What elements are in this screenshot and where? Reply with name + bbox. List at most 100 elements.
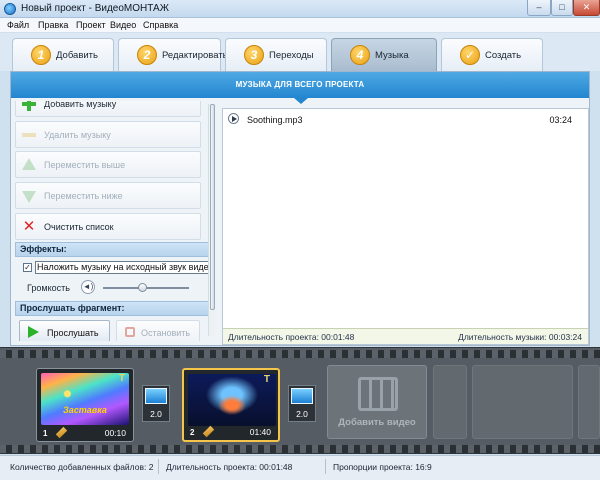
- transition-1[interactable]: 2.0: [142, 385, 170, 422]
- step-1-badge: 1: [31, 45, 51, 65]
- preview-header: Прослушать фрагмент:: [15, 301, 211, 316]
- music-list: Soothing.mp3 03:24 Длительность проекта:…: [222, 108, 589, 345]
- move-down-label: Переместить ниже: [44, 191, 123, 201]
- text-overlay-icon: T: [263, 374, 270, 385]
- intro-slide-image: [41, 373, 129, 425]
- menu-help[interactable]: Справка: [143, 20, 178, 30]
- clip-2-time: 01:40: [249, 427, 271, 437]
- clip-2-number: 2: [190, 428, 195, 437]
- tab-create[interactable]: ✓ Создать: [441, 38, 543, 71]
- menu-edit[interactable]: Правка: [38, 20, 68, 30]
- move-up-label: Переместить выше: [44, 160, 126, 170]
- status-file-count: Количество добавленных файлов: 2: [10, 462, 154, 472]
- music-actions: Добавить музыку Удалить музыку Перемести…: [15, 101, 215, 341]
- film-icon: [358, 377, 398, 411]
- status-separator: [325, 459, 326, 474]
- step-4-badge: 4: [350, 45, 370, 65]
- project-duration: Длительность проекта: 00:01:48: [228, 332, 355, 342]
- timeline-filmstrip: Заставка T 1 00:10 2.0 T 2 01:40 2.0 Доб…: [0, 347, 600, 454]
- track-name: Soothing.mp3: [247, 115, 303, 125]
- tab-add[interactable]: 1 Добавить: [12, 38, 114, 71]
- timeline-clip-2[interactable]: T 2 01:40: [182, 368, 280, 442]
- add-video-button[interactable]: Добавить видео: [327, 365, 427, 439]
- concert-stage-image: [188, 374, 276, 426]
- speaker-icon[interactable]: ◄): [81, 280, 95, 294]
- maximize-button[interactable]: □: [551, 0, 573, 16]
- window-title: Новый проект - ВидеоМОНТАЖ: [21, 3, 169, 14]
- tab-music-label: Музыка: [375, 50, 409, 61]
- tab-create-label: Создать: [485, 50, 522, 61]
- move-up-button[interactable]: Переместить выше: [15, 151, 201, 178]
- menu-file[interactable]: Файл: [7, 20, 29, 30]
- add-music-label: Добавить музыку: [44, 101, 117, 109]
- add-video-label: Добавить видео: [338, 417, 416, 428]
- header-pointer: [294, 98, 308, 104]
- transition-2[interactable]: 2.0: [288, 385, 316, 422]
- move-down-button[interactable]: Переместить ниже: [15, 182, 201, 209]
- stop-preview-label: Остановить: [141, 328, 191, 338]
- transition-2-duration: 2.0: [296, 409, 308, 419]
- section-header: МУЗЫКА ДЛЯ ВСЕГО ПРОЕКТА: [11, 72, 589, 98]
- status-bar: Количество добавленных файлов: 2 Длитель…: [0, 455, 600, 480]
- status-project-duration: Длительность проекта: 00:01:48: [166, 462, 293, 472]
- check-icon: ✓: [460, 45, 480, 65]
- film-perforation-top: [0, 350, 600, 358]
- clip-2-thumbnail: [188, 374, 276, 426]
- film-perforation-bottom: [0, 445, 600, 453]
- track-duration: 03:24: [549, 115, 572, 125]
- delete-x-icon: ✕: [22, 218, 36, 235]
- status-proportions: Пропорции проекта: 16:9: [333, 462, 432, 472]
- empty-clip-slot: [472, 365, 573, 439]
- list-footer: Длительность проекта: 00:01:48 Длительно…: [223, 328, 588, 344]
- add-music-button[interactable]: Добавить музыку: [15, 101, 201, 117]
- arrow-up-icon: [22, 158, 36, 170]
- clip-1-caption: Заставка: [63, 405, 107, 415]
- tab-transitions[interactable]: 3 Переходы: [225, 38, 327, 71]
- remove-music-button[interactable]: Удалить музыку: [15, 121, 201, 148]
- overlay-checkbox-label[interactable]: Наложить музыку на исходный звук видео: [35, 261, 215, 274]
- play-preview-button[interactable]: Прослушать: [19, 320, 110, 341]
- menu-project[interactable]: Проект: [76, 20, 106, 30]
- tab-transitions-label: Переходы: [269, 50, 314, 61]
- stop-preview-button[interactable]: Остановить: [116, 320, 200, 341]
- arrow-down-icon: [22, 191, 36, 203]
- clip-1-time: 00:10: [104, 428, 126, 438]
- empty-transition-slot: [433, 365, 467, 439]
- tab-edit[interactable]: 2 Редактировать: [118, 38, 228, 71]
- pencil-icon[interactable]: [55, 426, 68, 439]
- actions-scrollbar-thumb[interactable]: [210, 104, 215, 310]
- step-2-badge: 2: [137, 45, 157, 65]
- plus-icon: [22, 101, 36, 111]
- app-logo-icon: [4, 3, 16, 15]
- overlay-checkbox[interactable]: ✓: [23, 263, 32, 272]
- tab-music[interactable]: 4 Музыка: [331, 38, 437, 71]
- transition-icon: [145, 388, 167, 404]
- timeline-clip-1[interactable]: Заставка T 1 00:10: [36, 368, 134, 442]
- empty-transition-slot: [578, 365, 600, 439]
- step-tabs: 1 Добавить 2 Редактировать 3 Переходы 4 …: [0, 33, 600, 71]
- volume-label: Громкость: [27, 283, 70, 293]
- title-bar: Новый проект - ВидеоМОНТАЖ – □ ✕: [0, 0, 600, 18]
- clip-1-number: 1: [43, 429, 48, 438]
- minimize-button[interactable]: –: [527, 0, 551, 16]
- menu-video[interactable]: Видео: [110, 20, 136, 30]
- minus-icon: [22, 128, 36, 142]
- actions-scrollbar[interactable]: [208, 104, 215, 336]
- text-overlay-icon: T: [118, 373, 125, 384]
- tab-add-label: Добавить: [56, 50, 98, 61]
- menu-bar: Файл Правка Проект Видео Справка: [0, 18, 600, 33]
- music-duration: Длительность музыки: 00:03:24: [458, 332, 582, 342]
- track-play-icon[interactable]: [228, 113, 239, 124]
- volume-slider-thumb[interactable]: [137, 283, 147, 292]
- clip-1-thumbnail: Заставка: [41, 373, 129, 425]
- play-icon: [28, 326, 39, 338]
- pencil-icon[interactable]: [202, 425, 215, 438]
- effects-header: Эффекты:: [15, 242, 211, 257]
- play-preview-label: Прослушать: [47, 328, 99, 338]
- close-button[interactable]: ✕: [573, 0, 600, 16]
- transition-1-duration: 2.0: [150, 409, 162, 419]
- stop-icon: [125, 327, 135, 337]
- clear-list-label: Очистить список: [44, 222, 114, 232]
- clear-list-button[interactable]: ✕ Очистить список: [15, 213, 201, 240]
- transition-icon: [291, 388, 313, 404]
